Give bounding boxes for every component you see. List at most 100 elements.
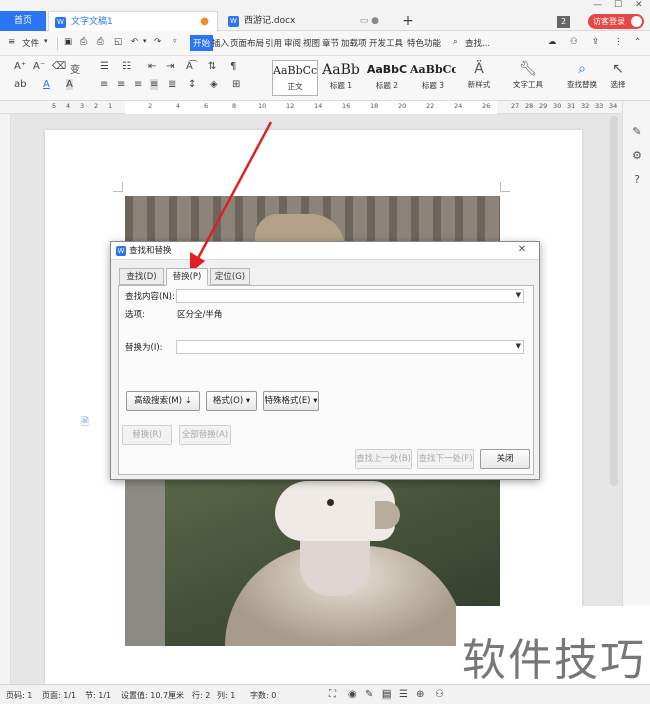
style-heading-2[interactable]: AaBbC 标题 2 xyxy=(364,60,410,96)
page-view-icon[interactable]: ▤ xyxy=(382,689,392,700)
border-icon[interactable]: ⊞ xyxy=(232,79,240,90)
cloud-sync-icon[interactable]: ☁ xyxy=(548,37,557,47)
menu-insert[interactable]: 插入 xyxy=(212,37,229,49)
style-heading-1[interactable]: AaBb 标题 1 xyxy=(318,60,364,96)
char-shading-icon[interactable]: A xyxy=(66,79,73,90)
clear-format-icon[interactable]: ⌫ xyxy=(52,61,66,72)
chinese-layout-icon[interactable]: A͡ xyxy=(186,61,193,72)
maximize-icon[interactable]: ☐ xyxy=(614,0,622,10)
font-color-icon[interactable]: A xyxy=(43,79,50,90)
status-page-number[interactable]: 页码: 1 xyxy=(6,690,32,701)
justify-icon[interactable]: ≡ xyxy=(150,79,159,90)
more-chevron-icon[interactable]: ▿ xyxy=(173,37,177,45)
status-row[interactable]: 行: 2 xyxy=(192,690,210,701)
advanced-search-button[interactable]: 高级搜索(M) ⇣ xyxy=(126,391,200,411)
select-button[interactable]: ↖ 选择 xyxy=(598,61,638,90)
guest-login-button[interactable]: 访客登录 xyxy=(588,14,644,29)
menu-view[interactable]: 视图 xyxy=(303,37,320,49)
menu-addons[interactable]: 加载项 xyxy=(341,37,367,49)
new-style-button[interactable]: Ä 新样式 xyxy=(454,61,504,90)
outline-view-icon[interactable]: ☰ xyxy=(399,689,408,700)
format-button[interactable]: 格式(O) ▾ xyxy=(206,391,257,411)
save-icon[interactable]: ▣ xyxy=(64,37,72,47)
dropdown-arrow-icon[interactable]: ▼ xyxy=(516,342,521,350)
font-grow-icon[interactable]: A⁺ xyxy=(14,61,26,72)
text-tools-button[interactable]: 🔧︎ 文字工具 xyxy=(503,61,553,90)
sort-icon[interactable]: ⇅ xyxy=(208,61,216,72)
undo-icon[interactable]: ↶ xyxy=(131,37,138,47)
redo-icon[interactable]: ↷ xyxy=(154,37,161,47)
distributed-icon[interactable]: ≣ xyxy=(168,79,176,90)
print-icon[interactable]: ⎙ xyxy=(97,37,104,47)
tab-replace[interactable]: 替换(P) xyxy=(166,268,208,286)
chevron-down-icon[interactable]: ▾ xyxy=(143,37,147,45)
menu-file[interactable]: 文件 xyxy=(22,37,39,49)
search-icon[interactable]: ⌕ xyxy=(453,37,458,47)
align-center-icon[interactable]: ≡ xyxy=(117,79,125,90)
special-format-button[interactable]: 特殊格式(E) ▾ xyxy=(263,391,319,411)
status-column[interactable]: 列: 1 xyxy=(217,690,235,701)
align-right-icon[interactable]: ≡ xyxy=(134,79,142,90)
collaborate-icon[interactable]: ⚇ xyxy=(570,37,578,47)
menu-special[interactable]: 特色功能 xyxy=(407,37,441,49)
read-mode-icon[interactable]: ⚇ xyxy=(435,689,444,700)
close-window-icon[interactable]: ✕ xyxy=(635,0,643,10)
horizontal-ruler[interactable]: 5 4 3 2 1 2 4 6 8 10 12 14 16 18 20 22 2… xyxy=(0,101,622,114)
align-left-icon[interactable]: ≡ xyxy=(100,79,108,90)
find-previous-button[interactable]: 查找上一处(B) xyxy=(355,449,412,469)
find-what-input[interactable]: ▼ xyxy=(176,289,524,303)
adjust-icon[interactable]: ⚙ xyxy=(630,149,644,163)
outdent-icon[interactable]: ⇤ xyxy=(148,61,156,72)
collapse-ribbon-icon[interactable]: ⌃ xyxy=(634,37,641,47)
line-spacing-icon[interactable]: ↕ xyxy=(188,79,196,90)
vertical-ruler[interactable] xyxy=(0,114,11,684)
status-pages[interactable]: 页面: 1/1 xyxy=(42,690,76,701)
status-word-count[interactable]: 字数: 0 xyxy=(250,690,276,701)
chevron-down-icon[interactable]: ▾ xyxy=(44,37,48,45)
bullet-list-icon[interactable]: ☰ xyxy=(100,61,109,72)
close-button[interactable]: 关闭 xyxy=(480,449,530,469)
dialog-close-icon[interactable]: ✕ xyxy=(515,244,529,256)
vertical-scrollbar[interactable] xyxy=(610,116,618,486)
home-tab[interactable]: 首页 xyxy=(0,11,46,31)
export-pdf-icon[interactable]: ⎙ xyxy=(80,37,87,47)
new-tab-button[interactable]: + xyxy=(399,11,417,31)
font-shrink-icon[interactable]: A⁻ xyxy=(33,61,45,72)
help-icon[interactable]: ? xyxy=(630,173,644,187)
tab-find[interactable]: 查找(D) xyxy=(119,268,164,285)
menu-home[interactable]: 开始 xyxy=(190,35,214,51)
print-preview-icon[interactable]: ◱ xyxy=(114,37,122,47)
find-next-button[interactable]: 查找下一处(F) xyxy=(417,449,474,469)
dropdown-arrow-icon[interactable]: ▼ xyxy=(516,291,521,299)
eye-protection-icon[interactable]: ◉ xyxy=(348,689,357,700)
hamburger-icon[interactable]: ≡ xyxy=(8,37,15,47)
share-icon[interactable]: ⇪ xyxy=(592,37,599,47)
show-marks-icon[interactable]: ¶ xyxy=(230,61,236,72)
web-view-icon[interactable]: ⊕ xyxy=(416,689,424,700)
status-section[interactable]: 节: 1/1 xyxy=(85,690,111,701)
style-heading-3[interactable]: AaBbCc 标题 3 xyxy=(410,60,456,96)
tab-goto[interactable]: 定位(G) xyxy=(210,268,250,285)
minimize-icon[interactable]: — xyxy=(593,0,602,10)
style-normal[interactable]: AaBbCcDd 正文 xyxy=(272,60,318,96)
tab-document-1[interactable]: W 文字文稿1 ● xyxy=(48,11,218,31)
tab-document-2[interactable]: W 西游记.docx ▭ ● xyxy=(222,11,387,31)
menu-page-layout[interactable]: 页面布局 xyxy=(230,37,264,49)
menu-references[interactable]: 引用 xyxy=(265,37,282,49)
replace-button[interactable]: 替换(R) xyxy=(122,425,172,445)
menu-review[interactable]: 审阅 xyxy=(284,37,301,49)
menu-developer[interactable]: 开发工具 xyxy=(369,37,403,49)
window-count-badge[interactable]: 2 xyxy=(557,16,570,28)
more-options-icon[interactable]: ⋮ xyxy=(614,37,623,47)
indent-icon[interactable]: ⇥ xyxy=(166,61,174,72)
tab-options-icon[interactable]: ▭ ● xyxy=(360,11,379,31)
status-setting-value[interactable]: 设置值: 10.7厘米 xyxy=(121,690,184,701)
text-effect-icon[interactable]: ab xyxy=(14,79,26,90)
menu-sections[interactable]: 章节 xyxy=(322,37,339,49)
paragraph-layout-icon[interactable]: 🗎︎ xyxy=(81,415,89,432)
pen-icon[interactable]: ✎ xyxy=(630,125,644,139)
phonetic-icon[interactable]: 变 xyxy=(70,61,80,76)
shading-icon[interactable]: ◈ xyxy=(210,79,218,90)
write-mode-icon[interactable]: ✎ xyxy=(365,689,373,700)
replace-all-button[interactable]: 全部替换(A) xyxy=(179,425,231,445)
